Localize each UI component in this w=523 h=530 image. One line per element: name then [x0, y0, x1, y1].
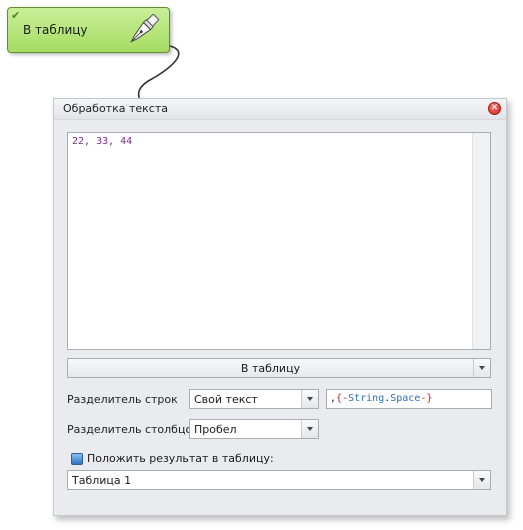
mode-select[interactable]: В таблицу [67, 358, 491, 378]
text-processing-dialog: Обработка текста ✕ 22, 33, 44 В таблицу … [53, 98, 507, 516]
column-separator-select[interactable]: Пробел [189, 419, 319, 439]
text-area-scrollbar[interactable] [472, 133, 490, 349]
custom-text-value: ,{-String.Space-} [330, 393, 433, 404]
text-area-content: 22, 33, 44 [72, 136, 133, 147]
text-input-area[interactable]: 22, 33, 44 [67, 132, 491, 350]
chevron-down-icon [307, 427, 313, 431]
row-separator-select[interactable]: Свой текст [189, 389, 319, 409]
table-select-value: Таблица 1 [72, 474, 132, 487]
mode-dropdown-button[interactable] [473, 359, 490, 377]
connector-line [137, 45, 180, 101]
save-result-label: Положить результат в таблицу: [87, 452, 274, 465]
save-result-checkbox[interactable] [71, 453, 83, 465]
row-separator-label: Разделитель строк [67, 393, 178, 406]
chevron-down-icon [479, 366, 485, 370]
column-separator-value: Пробел [194, 423, 237, 436]
close-icon[interactable]: ✕ [488, 102, 501, 115]
column-separator-dropdown-button[interactable] [301, 420, 318, 438]
dialog-titlebar: Обработка текста ✕ [54, 99, 506, 120]
dialog-title: Обработка текста [63, 102, 168, 115]
table-dropdown-button[interactable] [473, 471, 490, 489]
row-separator-custom-text[interactable]: ,{-String.Space-} [326, 389, 492, 409]
chevron-down-icon [307, 397, 313, 401]
mode-select-value: В таблицу [240, 362, 301, 375]
row-separator-dropdown-button[interactable] [301, 390, 318, 408]
column-separator-label: Разделитель столбцов [67, 423, 199, 436]
row-separator-value: Свой текст [194, 393, 258, 406]
chevron-down-icon [479, 478, 485, 482]
table-select[interactable]: Таблица 1 [67, 470, 491, 490]
